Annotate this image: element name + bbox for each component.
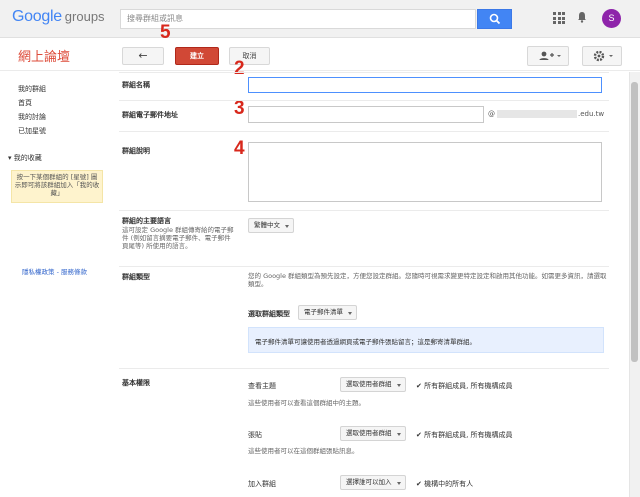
group-name-input[interactable] <box>248 77 602 93</box>
check-icon: ✔ <box>416 382 425 390</box>
page-title[interactable]: 網上論壇 <box>18 46 70 65</box>
annotation-4: 4 <box>234 138 245 159</box>
logo-groups: groups <box>64 9 105 24</box>
group-type-select[interactable]: 電子郵件清單 <box>298 305 357 320</box>
favorites-header[interactable]: ▾ 我的收藏 <box>8 153 42 163</box>
sidebar-item-my-discussions[interactable]: 我的討論 <box>18 112 46 122</box>
group-email-input[interactable] <box>248 106 484 123</box>
permission-join-checked: ✔ 機構中的所有人 <box>416 479 473 489</box>
permission-post-checked: ✔ 所有群組成員, 所有機構成員 <box>416 430 513 440</box>
avatar[interactable]: S <box>602 9 621 28</box>
google-groups-logo[interactable]: Google groups <box>12 8 105 26</box>
permission-view-label: 查看主題 <box>248 382 276 390</box>
group-email-label: 群組電子郵件地址 <box>122 111 178 119</box>
email-domain: .edu.tw <box>578 110 605 118</box>
permission-post-label: 張貼 <box>248 431 262 439</box>
language-help: 這可設定 Google 群組傳寄給的電子郵件 (例如留言摘要電子郵件、電子郵件頁… <box>122 226 234 250</box>
permission-post-select[interactable]: 選取使用者群組 <box>340 426 406 441</box>
create-button[interactable]: 建立 <box>175 47 219 65</box>
annotation-2: 2 <box>234 58 245 79</box>
divider <box>119 72 609 73</box>
gear-icon <box>593 50 613 62</box>
search-button[interactable] <box>477 9 512 29</box>
group-name-label: 群組名稱 <box>122 81 150 89</box>
settings-button[interactable] <box>582 46 622 66</box>
search-icon <box>489 13 501 25</box>
check-icon: ✔ <box>416 431 425 439</box>
group-description-label: 群組說明 <box>122 147 150 155</box>
annotation-3: 3 <box>234 98 245 119</box>
permission-join-label: 加入群組 <box>248 480 276 488</box>
divider <box>119 210 609 211</box>
divider <box>119 266 609 267</box>
divider <box>119 368 609 369</box>
email-at-sign: @ <box>488 110 495 118</box>
group-type-label: 群組類型 <box>122 273 150 281</box>
divider <box>119 100 609 101</box>
divider <box>119 131 609 132</box>
notification-bell-icon[interactable] <box>577 11 587 23</box>
permission-view-checked-text: 所有群組成員, 所有機構成員 <box>424 382 513 390</box>
language-label: 群組的主要語言 <box>122 217 171 225</box>
check-icon: ✔ <box>416 480 425 488</box>
group-description-textarea[interactable] <box>248 142 602 202</box>
sidebar-item-my-groups[interactable]: 我的群組 <box>18 84 46 94</box>
language-select[interactable]: 繁體中文 <box>248 218 294 233</box>
permission-view-help: 這些使用者可以查看這個群組中的主題。 <box>248 399 365 407</box>
permission-join-checked-text: 機構中的所有人 <box>424 480 474 488</box>
apps-grid-icon[interactable] <box>553 12 565 24</box>
search-input[interactable]: 搜尋群組或訊息 <box>120 9 476 29</box>
back-button[interactable]: ← <box>122 47 164 65</box>
group-type-info: 電子郵件清單可讓使用者透過網頁或電子郵件張貼留言；這是郵寄清單群組。 <box>248 327 604 353</box>
scrollbar-thumb[interactable] <box>631 82 638 362</box>
group-type-help: 您的 Google 群組類型為預先設定，方便您設定群組。您隨時可視需求變更特定設… <box>248 272 607 288</box>
logo-google: Google <box>12 8 62 25</box>
type-select-label: 選取群組類型 <box>248 310 290 318</box>
permission-post-checked-text: 所有群組成員, 所有機構成員 <box>424 431 513 439</box>
email-domain-redacted <box>497 110 577 118</box>
permission-join-select[interactable]: 選擇誰可以加入 <box>340 475 406 490</box>
permission-view-checked: ✔ 所有群組成員, 所有機構成員 <box>416 381 513 391</box>
permission-post-help: 這些使用者可以在這個群組張貼訊息。 <box>248 447 359 455</box>
privacy-terms-link[interactable]: 隱私權政策 - 服務條款 <box>22 266 87 276</box>
favorites-note: 按一下某個群組的 [星號] 圖示即可將該群組加入「我的收藏」 <box>11 170 103 203</box>
basic-permissions-label: 基本權限 <box>122 379 150 387</box>
permission-view-select[interactable]: 選取使用者群組 <box>340 377 406 392</box>
sidebar-item-home[interactable]: 首頁 <box>18 98 32 108</box>
add-person-icon <box>539 51 561 60</box>
sidebar-item-starred[interactable]: 已加星號 <box>18 126 46 136</box>
annotation-5: 5 <box>160 22 171 43</box>
member-menu-button[interactable] <box>527 46 569 66</box>
